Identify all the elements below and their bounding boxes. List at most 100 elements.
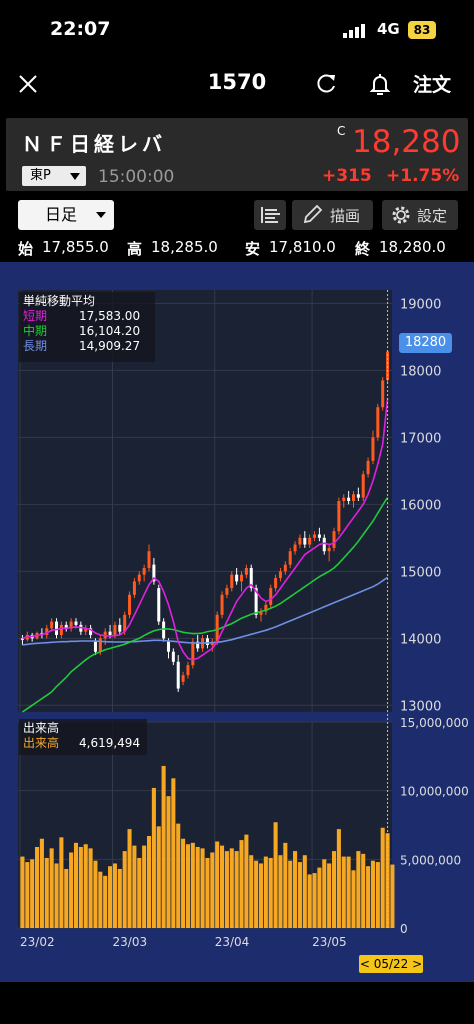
candle <box>240 574 244 582</box>
volume-bar <box>195 846 200 928</box>
network-type: 4G <box>377 20 400 38</box>
volume-bar <box>146 835 152 928</box>
candle <box>157 588 161 622</box>
volume-bar <box>249 855 254 928</box>
volume-bar <box>205 857 210 928</box>
stock-name: ＮＦ日経レバ <box>22 132 166 156</box>
volume-bar <box>336 829 341 928</box>
high-value: 18,285.0 <box>151 238 218 256</box>
x-tick-label: 23/03 <box>113 935 148 949</box>
bell-icon[interactable] <box>366 70 394 98</box>
volume-bar <box>283 842 288 928</box>
volume-legend-title: 出来高 <box>23 721 60 735</box>
volume-bar <box>98 871 103 928</box>
signal-icon <box>343 24 365 38</box>
close-value: 18,280.0 <box>379 238 446 256</box>
candle <box>322 537 326 552</box>
volume-bar <box>25 862 30 928</box>
candle <box>342 497 346 501</box>
date-cursor-tag[interactable]: < 05/22 > <box>359 955 423 973</box>
settings-button[interactable]: 設定 <box>382 200 458 230</box>
price-tick-label: 16000 <box>400 498 441 513</box>
volume-bar <box>200 848 205 928</box>
chart-area[interactable]: 13000 14000 15000 16000 17000 18000 19000 0 5,00… <box>0 262 474 982</box>
volume-bar <box>83 844 88 928</box>
candle <box>142 567 146 575</box>
volume-bar <box>108 866 113 928</box>
status-bar: 22:07 4G 83 <box>0 0 474 62</box>
volume-bar <box>132 845 137 928</box>
ma-mid-label: 中期 <box>23 324 48 338</box>
page-title: 1570 <box>207 70 267 94</box>
volume-bar <box>293 851 298 928</box>
candle <box>186 665 190 676</box>
candle <box>162 621 166 639</box>
volume-bar <box>93 860 98 928</box>
volume-bar <box>181 838 186 928</box>
ma-long-value: 14,909.27 <box>79 339 141 353</box>
candle <box>337 501 341 532</box>
x-tick-label: 23/04 <box>215 935 250 949</box>
period-label: 日足 <box>45 205 78 224</box>
period-select[interactable]: 日足 <box>18 200 114 230</box>
volume-bar <box>151 787 156 928</box>
gear-icon <box>392 206 410 224</box>
close-icon[interactable] <box>14 70 42 98</box>
candle <box>235 574 239 582</box>
quote-time: 15:00:00 <box>98 167 175 187</box>
candle <box>269 588 273 605</box>
volume-bar <box>171 778 176 928</box>
volume-bar <box>351 870 356 928</box>
candle <box>308 537 312 545</box>
volume-bar <box>331 851 337 928</box>
volume-bar <box>88 848 93 928</box>
volume-bar <box>220 845 225 928</box>
volume-bar <box>346 856 351 928</box>
volume-bar <box>69 852 74 928</box>
volume-bar <box>263 856 268 928</box>
volume-bar <box>156 826 161 928</box>
candle <box>176 661 180 689</box>
volume-bar <box>64 868 69 928</box>
volume-bar <box>273 822 278 928</box>
stock-info-panel: ＮＦ日経レバ 東P 15:00:00 C 18,280 +315 +1.75% <box>6 118 468 191</box>
ma-mid-value: 16,104.20 <box>79 324 141 338</box>
volume-bar <box>244 834 249 928</box>
volume-tick-label: 0 <box>400 922 408 936</box>
candle <box>283 564 287 572</box>
draw-button[interactable]: 描画 <box>292 200 373 230</box>
battery-icon: 83 <box>408 21 436 39</box>
current-price: 18,280 <box>352 124 461 160</box>
candle <box>98 638 102 652</box>
refresh-icon[interactable] <box>312 70 340 98</box>
ma-legend: 単純移動平均 短期 17,583.00 中期 16,104.20 長期 14,9… <box>19 292 155 362</box>
volume-bar <box>166 796 171 928</box>
volume-bar <box>380 827 385 928</box>
price-change-percent: +1.75% <box>386 166 460 186</box>
candle <box>244 567 248 575</box>
candle <box>376 407 380 438</box>
candle <box>74 621 78 625</box>
volume-bar <box>44 857 49 928</box>
ma-long-label: 長期 <box>23 339 48 353</box>
pencil-icon <box>303 204 323 224</box>
candle <box>274 578 278 589</box>
chart-type-button[interactable] <box>254 200 286 230</box>
volume-bar <box>20 856 25 928</box>
candle <box>278 571 282 579</box>
volume-bar <box>361 853 366 928</box>
volume-bar <box>117 868 122 928</box>
volume-bar <box>54 863 59 928</box>
high-label: 高 <box>127 240 143 258</box>
ma-short-label: 短期 <box>23 309 48 323</box>
order-button[interactable]: 注文 <box>413 70 451 97</box>
volume-bar <box>258 863 264 928</box>
volume-bar <box>278 855 283 928</box>
candle <box>220 594 224 615</box>
candle <box>113 624 117 635</box>
volume-bar <box>112 863 117 928</box>
candle <box>298 537 302 545</box>
stock-chart[interactable]: 13000 14000 15000 16000 17000 18000 19000 0 5,00… <box>0 262 474 982</box>
volume-bar <box>288 860 293 928</box>
market-select[interactable]: 東P <box>22 166 86 186</box>
